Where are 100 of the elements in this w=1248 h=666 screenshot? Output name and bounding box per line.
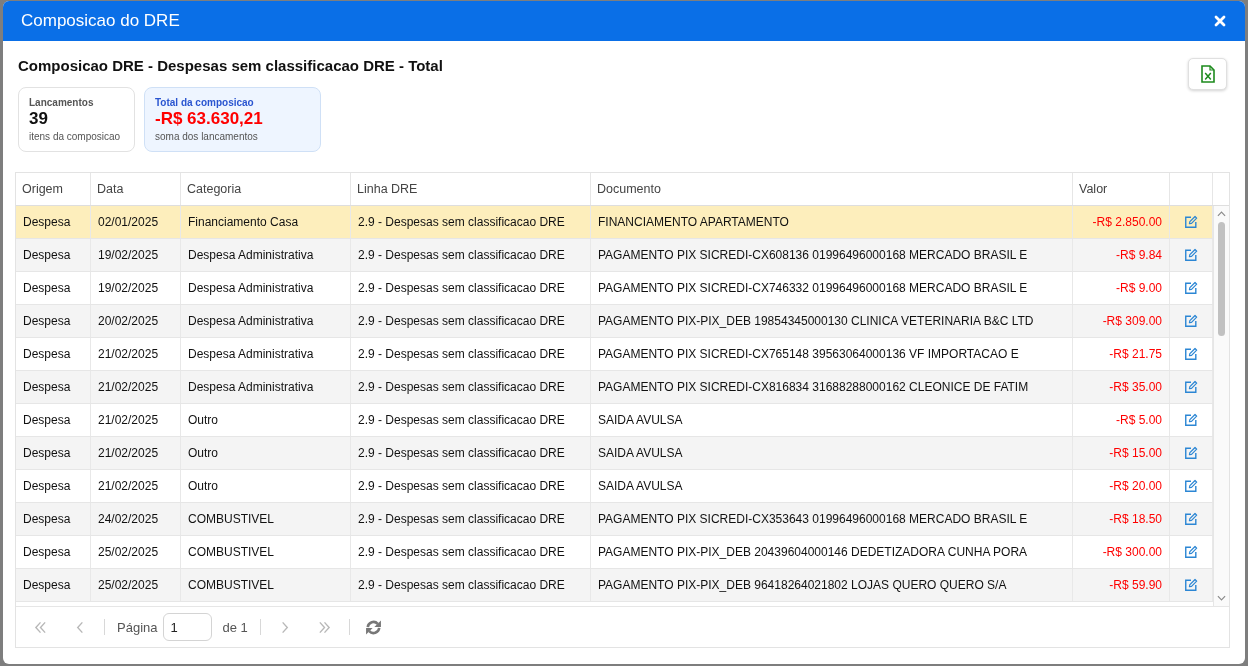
- table-cell: -R$ 9.00: [1073, 272, 1170, 304]
- table-row[interactable]: Despesa 25/02/2025 COMBUSTIVEL 2.9 - Despesas sem classificacao DRE PAGAMENTO PIX-PIX_DEB 96418264021802 LOJAS QUERO QUERO S/A -R$ 59.90: [16, 569, 1213, 602]
- table-cell: PAGAMENTO PIX SICREDI-CX746332 01996496000168 MERCADO BRASIL E: [591, 272, 1073, 304]
- table-cell: Despesa Administrativa: [181, 305, 351, 337]
- edit-icon[interactable]: [1184, 314, 1198, 328]
- table-cell: 2.9 - Despesas sem classificacao DRE: [351, 437, 591, 469]
- table-cell: Financiamento Casa: [181, 206, 351, 238]
- chevron-down-icon[interactable]: [1217, 595, 1226, 601]
- table-cell: -R$ 309.00: [1073, 305, 1170, 337]
- page-heading: Composicao DRE - Despesas sem classificacao DRE - Total: [18, 57, 443, 75]
- table-cell: -R$ 300.00: [1073, 536, 1170, 568]
- table-cell: PAGAMENTO PIX SICREDI-CX608136 01996496000168 MERCADO BRASIL E: [591, 239, 1073, 271]
- table-cell: PAGAMENTO PIX-PIX_DEB 96418264021802 LOJAS QUERO QUERO S/A: [591, 569, 1073, 601]
- table-cell: -R$ 35.00: [1073, 371, 1170, 403]
- edit-icon[interactable]: [1184, 380, 1198, 394]
- table-cell: PAGAMENTO PIX-PIX_DEB 19854345000130 CLINICA VETERINARIA B&C LTD: [591, 305, 1073, 337]
- edit-icon[interactable]: [1184, 578, 1198, 592]
- table-cell: 20/02/2025: [91, 305, 181, 337]
- table-cell: Outro: [181, 404, 351, 436]
- table-row[interactable]: Despesa 21/02/2025 Outro 2.9 - Despesas sem classificacao DRE SAIDA AVULSA -R$ 20.00: [16, 470, 1213, 503]
- edit-icon[interactable]: [1184, 446, 1198, 460]
- table-row[interactable]: Despesa 21/02/2025 Despesa Administrativa 2.9 - Despesas sem classificacao DRE PAGAMENTO PIX SICREDI-CX765148 39563064000136 VF IMPORTACAO E -R$ 21.75: [16, 338, 1213, 371]
- column-header: Categoria: [181, 173, 351, 205]
- table-cell: -R$ 18.50: [1073, 503, 1170, 535]
- table-cell: -R$ 15.00: [1073, 437, 1170, 469]
- table-cell: PAGAMENTO PIX-PIX_DEB 20439604000146 DEDETIZADORA CUNHA PORA: [591, 536, 1073, 568]
- table-cell: -R$ 21.75: [1073, 338, 1170, 370]
- column-header: Documento: [591, 173, 1073, 205]
- table-cell: 21/02/2025: [91, 404, 181, 436]
- edit-icon[interactable]: [1184, 545, 1198, 559]
- table-cell: SAIDA AVULSA: [591, 404, 1073, 436]
- table-cell: Outro: [181, 437, 351, 469]
- export-button[interactable]: [1188, 58, 1227, 90]
- edit-icon[interactable]: [1184, 281, 1198, 295]
- table-cell: Despesa: [16, 371, 91, 403]
- table-row[interactable]: Despesa 21/02/2025 Outro 2.9 - Despesas sem classificacao DRE SAIDA AVULSA -R$ 5.00: [16, 404, 1213, 437]
- table-cell: Despesa: [16, 206, 91, 238]
- table-cell: 25/02/2025: [91, 569, 181, 601]
- table-row[interactable]: Despesa 25/02/2025 COMBUSTIVEL 2.9 - Despesas sem classificacao DRE PAGAMENTO PIX-PIX_DEB 20439604000146 DEDETIZADORA CUNHA PORA -R$ 300.00: [16, 536, 1213, 569]
- card-caption: soma dos lancamentos: [155, 131, 259, 143]
- table-cell: Despesa: [16, 503, 91, 535]
- table-row[interactable]: Despesa 21/02/2025 Outro 2.9 - Despesas sem classificacao DRE SAIDA AVULSA -R$ 15.00: [16, 437, 1213, 470]
- table-cell: 21/02/2025: [91, 470, 181, 502]
- table-cell: COMBUSTIVEL: [181, 503, 351, 535]
- edit-icon[interactable]: [1184, 413, 1198, 427]
- column-header: Linha DRE: [351, 173, 591, 205]
- table-cell: 25/02/2025: [91, 536, 181, 568]
- chevron-up-icon[interactable]: [1217, 211, 1226, 217]
- table-cell: 02/01/2025: [91, 206, 181, 238]
- table-cell: 2.9 - Despesas sem classificacao DRE: [351, 206, 591, 238]
- table-cell: SAIDA AVULSA: [591, 470, 1073, 502]
- column-header: Valor: [1073, 173, 1170, 205]
- table-cell: 2.9 - Despesas sem classificacao DRE: [351, 305, 591, 337]
- table-cell: COMBUSTIVEL: [181, 536, 351, 568]
- table-cell: 19/02/2025: [91, 239, 181, 271]
- table-cell: -R$ 2.850.00: [1073, 206, 1170, 238]
- page-input[interactable]: 1: [163, 613, 213, 641]
- table-cell: Despesa: [16, 272, 91, 304]
- table-cell: Despesa Administrativa: [181, 239, 351, 271]
- table-cell: Despesa: [16, 239, 91, 271]
- table-cell: 24/02/2025: [91, 503, 181, 535]
- column-header: Data: [91, 173, 181, 205]
- card-value: -R$ 63.630,21: [155, 109, 264, 129]
- table-cell: Despesa: [16, 470, 91, 502]
- table-row[interactable]: Despesa 19/02/2025 Despesa Administrativa 2.9 - Despesas sem classificacao DRE PAGAMENTO PIX SICREDI-CX608136 01996496000168 MERCADO BRASIL E -R$ 9.84: [16, 239, 1213, 272]
- table-cell: Outro: [181, 470, 351, 502]
- table-cell: Despesa Administrativa: [181, 272, 351, 304]
- edit-icon[interactable]: [1184, 215, 1198, 229]
- table-cell: 2.9 - Despesas sem classificacao DRE: [351, 338, 591, 370]
- table-cell: Despesa Administrativa: [181, 371, 351, 403]
- pager-label: Página: [117, 619, 158, 635]
- table-cell: -R$ 20.00: [1073, 470, 1170, 502]
- scrollbar-thumb[interactable]: [1218, 222, 1225, 336]
- table-cell: PAGAMENTO PIX SICREDI-CX816834 31688288000162 CLEONICE DE FATIM: [591, 371, 1073, 403]
- card-caption: itens da composicao: [29, 131, 122, 143]
- table-cell: 21/02/2025: [91, 338, 181, 370]
- window-title: Composicao do DRE: [21, 11, 180, 31]
- table-cell: PAGAMENTO PIX SICREDI-CX353643 01996496000168 MERCADO BRASIL E: [591, 503, 1073, 535]
- table-row[interactable]: Despesa 19/02/2025 Despesa Administrativa 2.9 - Despesas sem classificacao DRE PAGAMENTO PIX SICREDI-CX746332 01996496000168 MERCADO BRASIL E -R$ 9.00: [16, 272, 1213, 305]
- table-cell: 19/02/2025: [91, 272, 181, 304]
- close-icon[interactable]: [1214, 15, 1226, 27]
- table-cell: 21/02/2025: [91, 437, 181, 469]
- table-cell: Despesa: [16, 305, 91, 337]
- card-label: Lancamentos: [29, 97, 95, 109]
- table-cell: Despesa: [16, 536, 91, 568]
- card-value: 39: [29, 109, 49, 129]
- table-cell: 2.9 - Despesas sem classificacao DRE: [351, 569, 591, 601]
- edit-icon[interactable]: [1184, 479, 1198, 493]
- table-row[interactable]: Despesa 21/02/2025 Despesa Administrativa 2.9 - Despesas sem classificacao DRE PAGAMENTO PIX SICREDI-CX816834 31688288000162 CLEONICE DE FATIM -R$ 35.00: [16, 371, 1213, 404]
- edit-icon[interactable]: [1184, 512, 1198, 526]
- edit-icon[interactable]: [1184, 347, 1198, 361]
- table-cell: COMBUSTIVEL: [181, 569, 351, 601]
- table-cell: Despesa: [16, 338, 91, 370]
- table-cell: -R$ 59.90: [1073, 569, 1170, 601]
- table-row[interactable]: Despesa 24/02/2025 COMBUSTIVEL 2.9 - Despesas sem classificacao DRE PAGAMENTO PIX SICREDI-CX353643 01996496000168 MERCADO BRASIL E -R$ 18.50: [16, 503, 1213, 536]
- column-header: Origem: [16, 173, 91, 205]
- spreadsheet-file-icon[interactable]: [1200, 65, 1215, 83]
- table-row[interactable]: Despesa 20/02/2025 Despesa Administrativa 2.9 - Despesas sem classificacao DRE PAGAMENTO PIX-PIX_DEB 19854345000130 CLINICA VETERINARIA B&C LTD -R$ 309.00: [16, 305, 1213, 338]
- table-row[interactable]: Despesa 02/01/2025 Financiamento Casa 2.9 - Despesas sem classificacao DRE FINANCIAMENTO APARTAMENTO -R$ 2.850.00: [16, 206, 1213, 239]
- edit-icon[interactable]: [1184, 248, 1198, 262]
